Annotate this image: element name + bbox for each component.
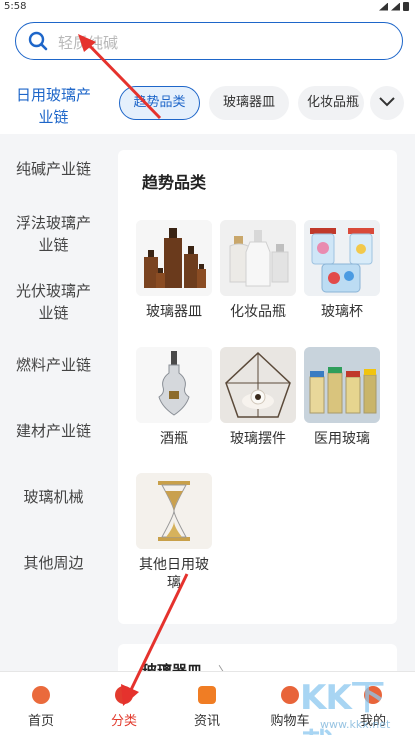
cosmetic-bottles-image [220, 220, 296, 296]
nav-label: 首页 [27, 714, 54, 729]
nav-home[interactable]: 首页 [6, 672, 76, 729]
chip-glassware[interactable]: 玻璃器皿 [209, 86, 289, 120]
category-tile-liquor-bottles[interactable]: 酒瓶 [134, 347, 214, 448]
category-tile-cosmetic-bottles[interactable]: 化妆品瓶 [218, 220, 298, 321]
category-tile-other-daily-glass[interactable]: 其他日用玻璃 [134, 473, 214, 592]
section-title: 趋势品类 [142, 173, 207, 192]
tile-label: 玻璃杯 [321, 304, 363, 320]
chevron-down-icon [379, 97, 395, 107]
tile-label: 玻璃摆件 [230, 431, 286, 447]
sidebar-item-pv-glass[interactable]: 光伏玻璃产业链 [0, 280, 107, 324]
category-tile-glassware[interactable]: 玻璃器皿 [134, 220, 214, 321]
nav-news[interactable]: 资讯 [172, 672, 242, 729]
trending-section-card: 趋势品类 玻璃器皿 化妆品瓶 玻璃杯 酒瓶 玻璃摆件 医用玻璃 其他日用玻璃 [118, 150, 397, 624]
tile-label: 酒瓶 [160, 431, 188, 447]
news-icon [198, 686, 216, 704]
tile-label: 其他日用玻璃 [139, 557, 209, 591]
status-icons [379, 2, 409, 11]
glass-jars-image [304, 220, 380, 296]
nav-label: 资讯 [193, 714, 220, 729]
sidebar-item-fuel[interactable]: 燃料产业链 [0, 354, 107, 376]
tile-label: 化妆品瓶 [230, 304, 286, 320]
search-icon [28, 31, 48, 51]
home-icon [32, 686, 50, 704]
sidebar-item-float-glass[interactable]: 浮法玻璃产业链 [0, 212, 107, 256]
nav-category[interactable]: 分类 [89, 672, 159, 729]
chip-trending[interactable]: 趋势品类 [119, 86, 200, 120]
category-icon [115, 686, 133, 704]
sidebar-item-soda-ash[interactable]: 纯碱产业链 [0, 158, 107, 180]
search-input[interactable]: 轻质纯碱 [15, 22, 403, 60]
glass-terrarium-image [220, 347, 296, 423]
category-tile-glass-ornaments[interactable]: 玻璃摆件 [218, 347, 298, 448]
sidebar-item-others[interactable]: 其他周边 [0, 552, 107, 574]
category-tile-medical-glass[interactable]: 医用玻璃 [302, 347, 382, 448]
category-chips: 趋势品类 玻璃器皿 化妆品瓶 [118, 86, 415, 122]
liquor-bottle-image [136, 347, 212, 423]
chip-cosmetic-bottles[interactable]: 化妆品瓶 [298, 86, 364, 120]
watermark-url: www.kkx.net [320, 718, 391, 731]
wifi-icon [391, 2, 400, 11]
sidebar-item-building-materials[interactable]: 建材产业链 [0, 420, 107, 442]
search-placeholder: 轻质纯碱 [58, 34, 119, 52]
status-time: 5:58 [4, 1, 27, 12]
tile-label: 医用玻璃 [314, 431, 370, 447]
expand-chips-button[interactable] [370, 86, 404, 120]
sidebar-item-glass-machinery[interactable]: 玻璃机械 [0, 486, 107, 508]
status-bar: 5:58 [0, 0, 415, 14]
signal-icon [379, 2, 388, 11]
brown-bottles-image [136, 220, 212, 296]
tile-label: 玻璃器皿 [146, 304, 202, 320]
battery-icon [403, 2, 409, 11]
nav-label: 分类 [110, 714, 137, 729]
category-tile-glass-cups[interactable]: 玻璃杯 [302, 220, 382, 321]
hourglass-image [136, 473, 212, 549]
medical-vials-image [304, 347, 380, 423]
cart-icon [281, 686, 299, 704]
sidebar-item-daily-glass[interactable]: 日用玻璃产业链 [0, 84, 107, 128]
